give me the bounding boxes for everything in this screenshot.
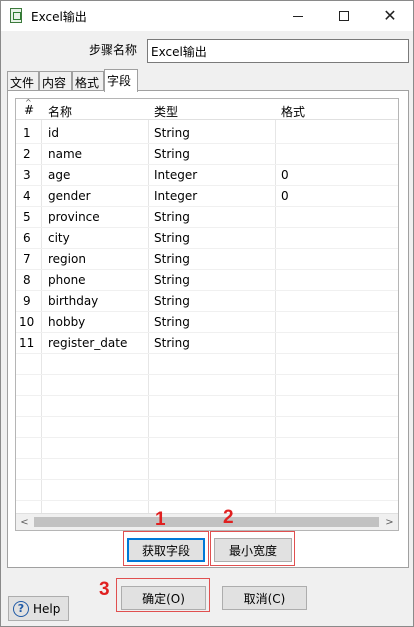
annotation-number-1: 1 — [155, 509, 166, 530]
dialog-window: Excel输出 ✕ 步骤名称 文件 内容 格式 字段 ^ # 名称 类型 格式 … — [0, 0, 414, 627]
close-icon: ✕ — [383, 6, 397, 25]
help-label: Help — [33, 601, 61, 616]
empty-row[interactable] — [16, 480, 398, 501]
table-row[interactable]: 6 city String — [16, 228, 398, 249]
step-name-label: 步骤名称 — [89, 43, 138, 57]
help-button[interactable]: ? Help — [8, 596, 69, 621]
annotation-box-1 — [123, 531, 209, 566]
excel-output-icon — [10, 8, 22, 23]
empty-row[interactable] — [16, 417, 398, 438]
field-name-cell[interactable]: name — [48, 147, 82, 161]
table-row[interactable]: 8 phone String — [16, 270, 398, 291]
window-title: Excel输出 — [31, 10, 87, 24]
table-row[interactable]: 4 gender Integer 0 — [16, 186, 398, 207]
row-number: 7 — [23, 252, 31, 266]
field-name-cell[interactable]: age — [48, 168, 70, 182]
empty-row[interactable] — [16, 396, 398, 417]
empty-row[interactable] — [16, 459, 398, 480]
field-name-cell[interactable]: city — [48, 231, 70, 245]
cancel-button[interactable]: 取消(C) — [222, 586, 307, 610]
empty-row[interactable] — [16, 375, 398, 396]
table-row[interactable]: 7 region String — [16, 249, 398, 270]
field-name-cell[interactable]: hobby — [48, 315, 85, 329]
title-bar: Excel输出 ✕ — [1, 1, 413, 31]
row-number: 4 — [23, 189, 31, 203]
field-type-cell[interactable]: String — [154, 126, 190, 140]
field-type-cell[interactable]: String — [154, 336, 190, 350]
field-type-cell[interactable]: String — [154, 231, 190, 245]
tab-format[interactable]: 格式 — [72, 71, 104, 91]
column-header-num[interactable]: # — [24, 103, 34, 117]
field-type-cell[interactable]: String — [154, 315, 190, 329]
table-row[interactable]: 5 province String — [16, 207, 398, 228]
field-name-cell[interactable]: register_date — [48, 336, 127, 350]
field-format-cell[interactable]: 0 — [281, 189, 289, 203]
row-number: 3 — [23, 168, 31, 182]
tab-content[interactable]: 内容 — [39, 71, 72, 91]
field-type-cell[interactable]: String — [154, 252, 190, 266]
row-number: 9 — [23, 294, 31, 308]
fields-table[interactable]: ^ # 名称 类型 格式 1 id String 2 name String 3… — [15, 98, 399, 531]
row-number: 6 — [23, 231, 31, 245]
field-name-cell[interactable]: id — [48, 126, 59, 140]
field-name-cell[interactable]: phone — [48, 273, 86, 287]
minimize-icon — [293, 15, 303, 17]
scrollbar-thumb[interactable] — [34, 517, 379, 527]
scroll-right-icon[interactable]: > — [381, 514, 398, 530]
field-name-cell[interactable]: gender — [48, 189, 91, 203]
close-button[interactable]: ✕ — [367, 1, 413, 31]
maximize-button[interactable] — [321, 1, 367, 31]
tab-file[interactable]: 文件 — [7, 71, 39, 91]
help-icon: ? — [13, 600, 29, 617]
row-number: 10 — [19, 315, 35, 329]
field-type-cell[interactable]: Integer — [154, 168, 197, 182]
table-header: ^ # 名称 类型 格式 — [16, 99, 398, 120]
maximize-icon — [339, 11, 349, 21]
field-name-cell[interactable]: birthday — [48, 294, 98, 308]
annotation-box-2 — [210, 531, 295, 566]
row-number: 11 — [19, 336, 35, 350]
column-header-name[interactable]: 名称 — [48, 103, 72, 120]
annotation-box-3 — [116, 578, 210, 612]
field-type-cell[interactable]: Integer — [154, 189, 197, 203]
field-type-cell[interactable]: String — [154, 294, 190, 308]
table-row[interactable]: 11 register_date String — [16, 333, 398, 354]
horizontal-scrollbar[interactable]: < > — [16, 513, 398, 530]
row-number: 1 — [23, 126, 31, 140]
table-row[interactable]: 2 name String — [16, 144, 398, 165]
step-name-input[interactable] — [147, 39, 409, 63]
empty-row[interactable] — [16, 438, 398, 459]
empty-row[interactable] — [16, 354, 398, 375]
field-name-cell[interactable]: region — [48, 252, 86, 266]
table-row[interactable]: 1 id String — [16, 123, 398, 144]
row-number: 5 — [23, 210, 31, 224]
tab-fields[interactable]: 字段 — [104, 69, 138, 92]
column-header-type[interactable]: 类型 — [154, 103, 178, 120]
scroll-left-icon[interactable]: < — [16, 514, 33, 530]
table-row[interactable]: 10 hobby String — [16, 312, 398, 333]
column-header-format[interactable]: 格式 — [281, 103, 305, 120]
field-name-cell[interactable]: province — [48, 210, 100, 224]
row-number: 2 — [23, 147, 31, 161]
annotation-number-2: 2 — [223, 507, 234, 528]
field-type-cell[interactable]: String — [154, 210, 190, 224]
table-row[interactable]: 3 age Integer 0 — [16, 165, 398, 186]
row-number: 8 — [23, 273, 31, 287]
minimize-button[interactable] — [275, 1, 321, 31]
field-format-cell[interactable]: 0 — [281, 168, 289, 182]
table-row[interactable]: 9 birthday String — [16, 291, 398, 312]
field-type-cell[interactable]: String — [154, 147, 190, 161]
field-type-cell[interactable]: String — [154, 273, 190, 287]
annotation-number-3: 3 — [99, 579, 110, 600]
